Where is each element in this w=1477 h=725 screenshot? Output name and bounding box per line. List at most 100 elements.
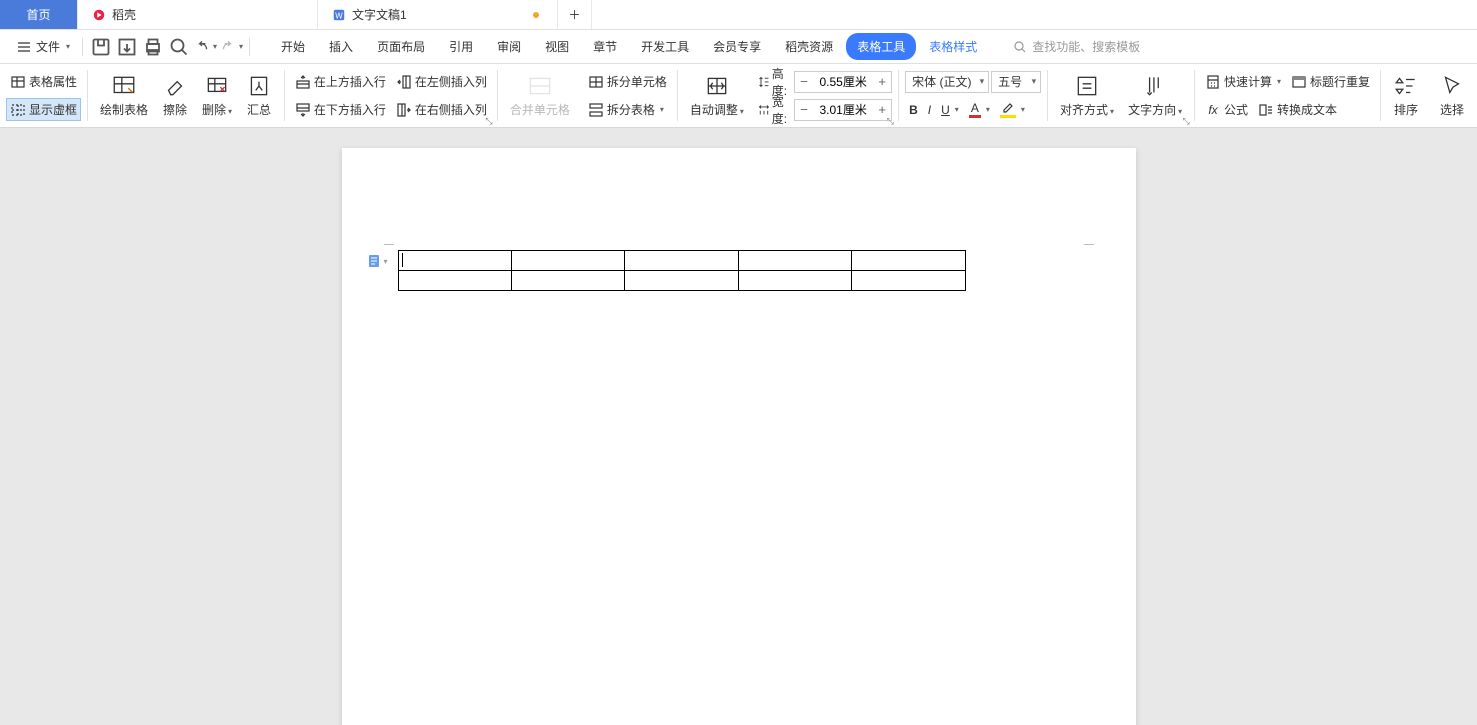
convert-to-text-button[interactable]: 转换成文本: [1254, 98, 1341, 121]
undo-button[interactable]: ▾: [193, 35, 217, 59]
font-color-button[interactable]: A▾: [965, 98, 994, 121]
auto-adjust-button[interactable]: 自动调整▾: [684, 69, 750, 123]
tab-document[interactable]: W 文字文稿1: [318, 0, 558, 29]
group-data: 快速计算▾ 标题行重复 fx公式 转换成文本: [1197, 64, 1378, 127]
tab-daoke-res[interactable]: 稻壳资源: [774, 33, 844, 60]
redo-button[interactable]: ▾: [219, 35, 243, 59]
tab-reference[interactable]: 引用: [438, 33, 484, 60]
table-cell[interactable]: [625, 271, 738, 291]
delete-label: 删除▾: [202, 101, 232, 118]
show-gridlines-button[interactable]: 显示虚框: [6, 98, 81, 121]
delete-button[interactable]: 删除▾: [196, 69, 238, 123]
export-button[interactable]: [115, 35, 139, 59]
insert-col-right-button[interactable]: 在右侧插入列: [392, 98, 491, 121]
table-row[interactable]: [398, 251, 965, 271]
font-name-value: 宋体 (正文): [912, 73, 971, 90]
height-input[interactable]: [813, 72, 873, 92]
table-cell[interactable]: [738, 271, 851, 291]
hamburger-icon: [16, 39, 32, 55]
table-cell[interactable]: [511, 271, 624, 291]
summary-button[interactable]: 汇总: [240, 69, 278, 123]
merge-cells-label: 合并单元格: [510, 101, 570, 118]
underline-button[interactable]: U▾: [937, 100, 963, 120]
width-input[interactable]: [813, 100, 873, 120]
split-cells-button[interactable]: 拆分单元格: [584, 70, 671, 93]
text-direction-button[interactable]: 文字方向▾: [1122, 69, 1188, 123]
daoke-icon: [92, 8, 106, 22]
group-table-props: 表格属性 显示虚框: [2, 64, 85, 127]
tab-review[interactable]: 审阅: [486, 33, 532, 60]
formula-icon: fx: [1205, 102, 1221, 118]
tab-dev-tools[interactable]: 开发工具: [630, 33, 700, 60]
document-table[interactable]: [398, 250, 966, 291]
search-box[interactable]: 查找功能、搜索模板: [1012, 38, 1140, 55]
decrease-button[interactable]: −: [795, 72, 813, 92]
insert-row-below-button[interactable]: 在下方插入行: [291, 98, 390, 121]
to-text-label: 转换成文本: [1277, 101, 1337, 118]
preview-button[interactable]: [167, 35, 191, 59]
tab-chapter[interactable]: 章节: [582, 33, 628, 60]
tab-page-layout[interactable]: 页面布局: [366, 33, 436, 60]
formula-button[interactable]: fx公式: [1201, 98, 1252, 121]
insert-row-above-button[interactable]: 在上方插入行: [291, 70, 390, 93]
group-draw: 绘制表格 擦除 删除▾ 汇总: [90, 64, 282, 127]
group-launcher-icon[interactable]: ⤡: [484, 116, 494, 126]
eraser-button[interactable]: 擦除: [156, 69, 194, 123]
tab-insert[interactable]: 插入: [318, 33, 364, 60]
table-cell[interactable]: [738, 251, 851, 271]
page[interactable]: [342, 148, 1136, 725]
formula-label: 公式: [1224, 101, 1248, 118]
quick-calc-button[interactable]: 快速计算▾: [1201, 70, 1285, 93]
draw-table-icon: [111, 73, 137, 99]
merge-cells-icon: [527, 73, 553, 99]
table-cell[interactable]: [852, 251, 965, 271]
highlight-button[interactable]: ▾: [996, 99, 1029, 121]
text-direction-icon: [1142, 73, 1168, 99]
tab-home[interactable]: 首页: [0, 0, 78, 29]
group-select: 选择: [1429, 64, 1475, 127]
width-spinner[interactable]: −+: [794, 99, 892, 121]
tab-view[interactable]: 视图: [534, 33, 580, 60]
insert-left-icon: [396, 74, 412, 90]
italic-button[interactable]: I: [924, 100, 935, 120]
table-cell[interactable]: [852, 271, 965, 291]
table-cell[interactable]: [398, 251, 511, 271]
group-font: 宋体 (正文) 五号 B I U▾ A▾ ▾: [901, 64, 1045, 127]
header-repeat-button[interactable]: 标题行重复: [1287, 70, 1374, 93]
align-button[interactable]: 对齐方式▾: [1054, 69, 1120, 123]
tab-document-label: 文字文稿1: [352, 6, 407, 23]
height-spinner[interactable]: −+: [794, 71, 892, 93]
tab-member[interactable]: 会员专享: [702, 33, 772, 60]
table-cell[interactable]: [511, 251, 624, 271]
tab-daoke[interactable]: 稻壳: [78, 0, 318, 29]
group-launcher-icon[interactable]: ⤡: [1181, 116, 1191, 126]
table-properties-button[interactable]: 表格属性: [6, 70, 81, 93]
file-menu[interactable]: 文件 ▾: [10, 35, 76, 58]
tab-home-label: 首页: [26, 6, 50, 23]
draw-table-button[interactable]: 绘制表格: [94, 69, 154, 123]
group-launcher-icon[interactable]: ⤡: [885, 116, 895, 126]
table-cell[interactable]: [625, 251, 738, 271]
insert-col-left-button[interactable]: 在左侧插入列: [392, 70, 491, 93]
tab-table-style[interactable]: 表格样式: [918, 33, 988, 60]
document-area: [0, 128, 1477, 725]
font-size-select[interactable]: 五号: [991, 71, 1041, 93]
tab-table-tools[interactable]: 表格工具: [846, 33, 916, 60]
table-row[interactable]: [398, 271, 965, 291]
new-tab-button[interactable]: ＋: [558, 0, 592, 29]
font-name-select[interactable]: 宋体 (正文): [905, 71, 989, 93]
select-button[interactable]: 选择: [1433, 69, 1471, 123]
table-cell[interactable]: [398, 271, 511, 291]
bold-button[interactable]: B: [905, 100, 922, 120]
decrease-button[interactable]: −: [795, 100, 813, 120]
margin-marker: [398, 244, 1080, 245]
paragraph-options-button[interactable]: [366, 252, 388, 270]
tab-start[interactable]: 开始: [270, 33, 316, 60]
save-button[interactable]: [89, 35, 113, 59]
split-table-button[interactable]: 拆分表格▾: [584, 98, 668, 121]
insert-left-label: 在左侧插入列: [415, 73, 487, 90]
print-button[interactable]: [141, 35, 165, 59]
align-icon: [1074, 73, 1100, 99]
increase-button[interactable]: +: [873, 72, 891, 92]
sort-button[interactable]: 排序: [1387, 69, 1425, 123]
